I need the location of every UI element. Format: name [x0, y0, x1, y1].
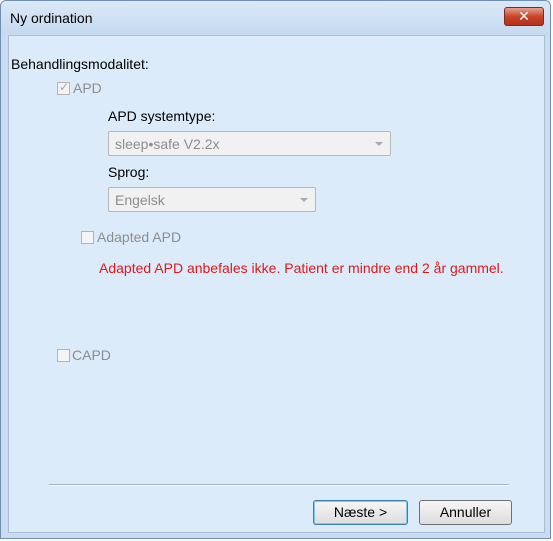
- system-type-label: APD systemtype:: [108, 108, 216, 124]
- checkmark-icon: ✓: [59, 80, 70, 94]
- next-button[interactable]: Næste >: [313, 500, 408, 525]
- dialog-window: Ny ordination ✕ Behandlingsmodalitet: ✓ …: [0, 0, 551, 539]
- close-icon: ✕: [518, 8, 530, 24]
- language-label: Sprog:: [108, 164, 150, 180]
- chevron-down-icon: [300, 198, 308, 202]
- language-value: Engelsk: [115, 192, 165, 208]
- separator: [49, 484, 509, 486]
- window-title: Ny ordination: [10, 10, 93, 26]
- system-type-select[interactable]: sleep•safe V2.2x: [108, 131, 391, 156]
- capd-checkbox[interactable]: [57, 349, 70, 362]
- close-button[interactable]: ✕: [504, 7, 544, 26]
- chevron-down-icon: [375, 142, 383, 146]
- adapted-apd-label: Adapted APD: [97, 229, 182, 245]
- section-label: Behandlingsmodalitet:: [11, 56, 149, 72]
- cancel-button[interactable]: Annuller: [419, 500, 512, 525]
- capd-label: CAPD: [72, 347, 111, 363]
- language-select[interactable]: Engelsk: [108, 187, 316, 212]
- title-bar[interactable]: Ny ordination ✕: [1, 1, 550, 35]
- apd-label: APD: [73, 80, 102, 96]
- adapted-apd-checkbox[interactable]: [81, 231, 94, 244]
- warning-message: Adapted APD anbefales ikke. Patient er m…: [99, 260, 504, 276]
- dialog-content: Behandlingsmodalitet: ✓ APD APD systemty…: [8, 35, 545, 533]
- apd-checkbox[interactable]: ✓: [57, 80, 70, 95]
- system-type-value: sleep•safe V2.2x: [115, 136, 220, 152]
